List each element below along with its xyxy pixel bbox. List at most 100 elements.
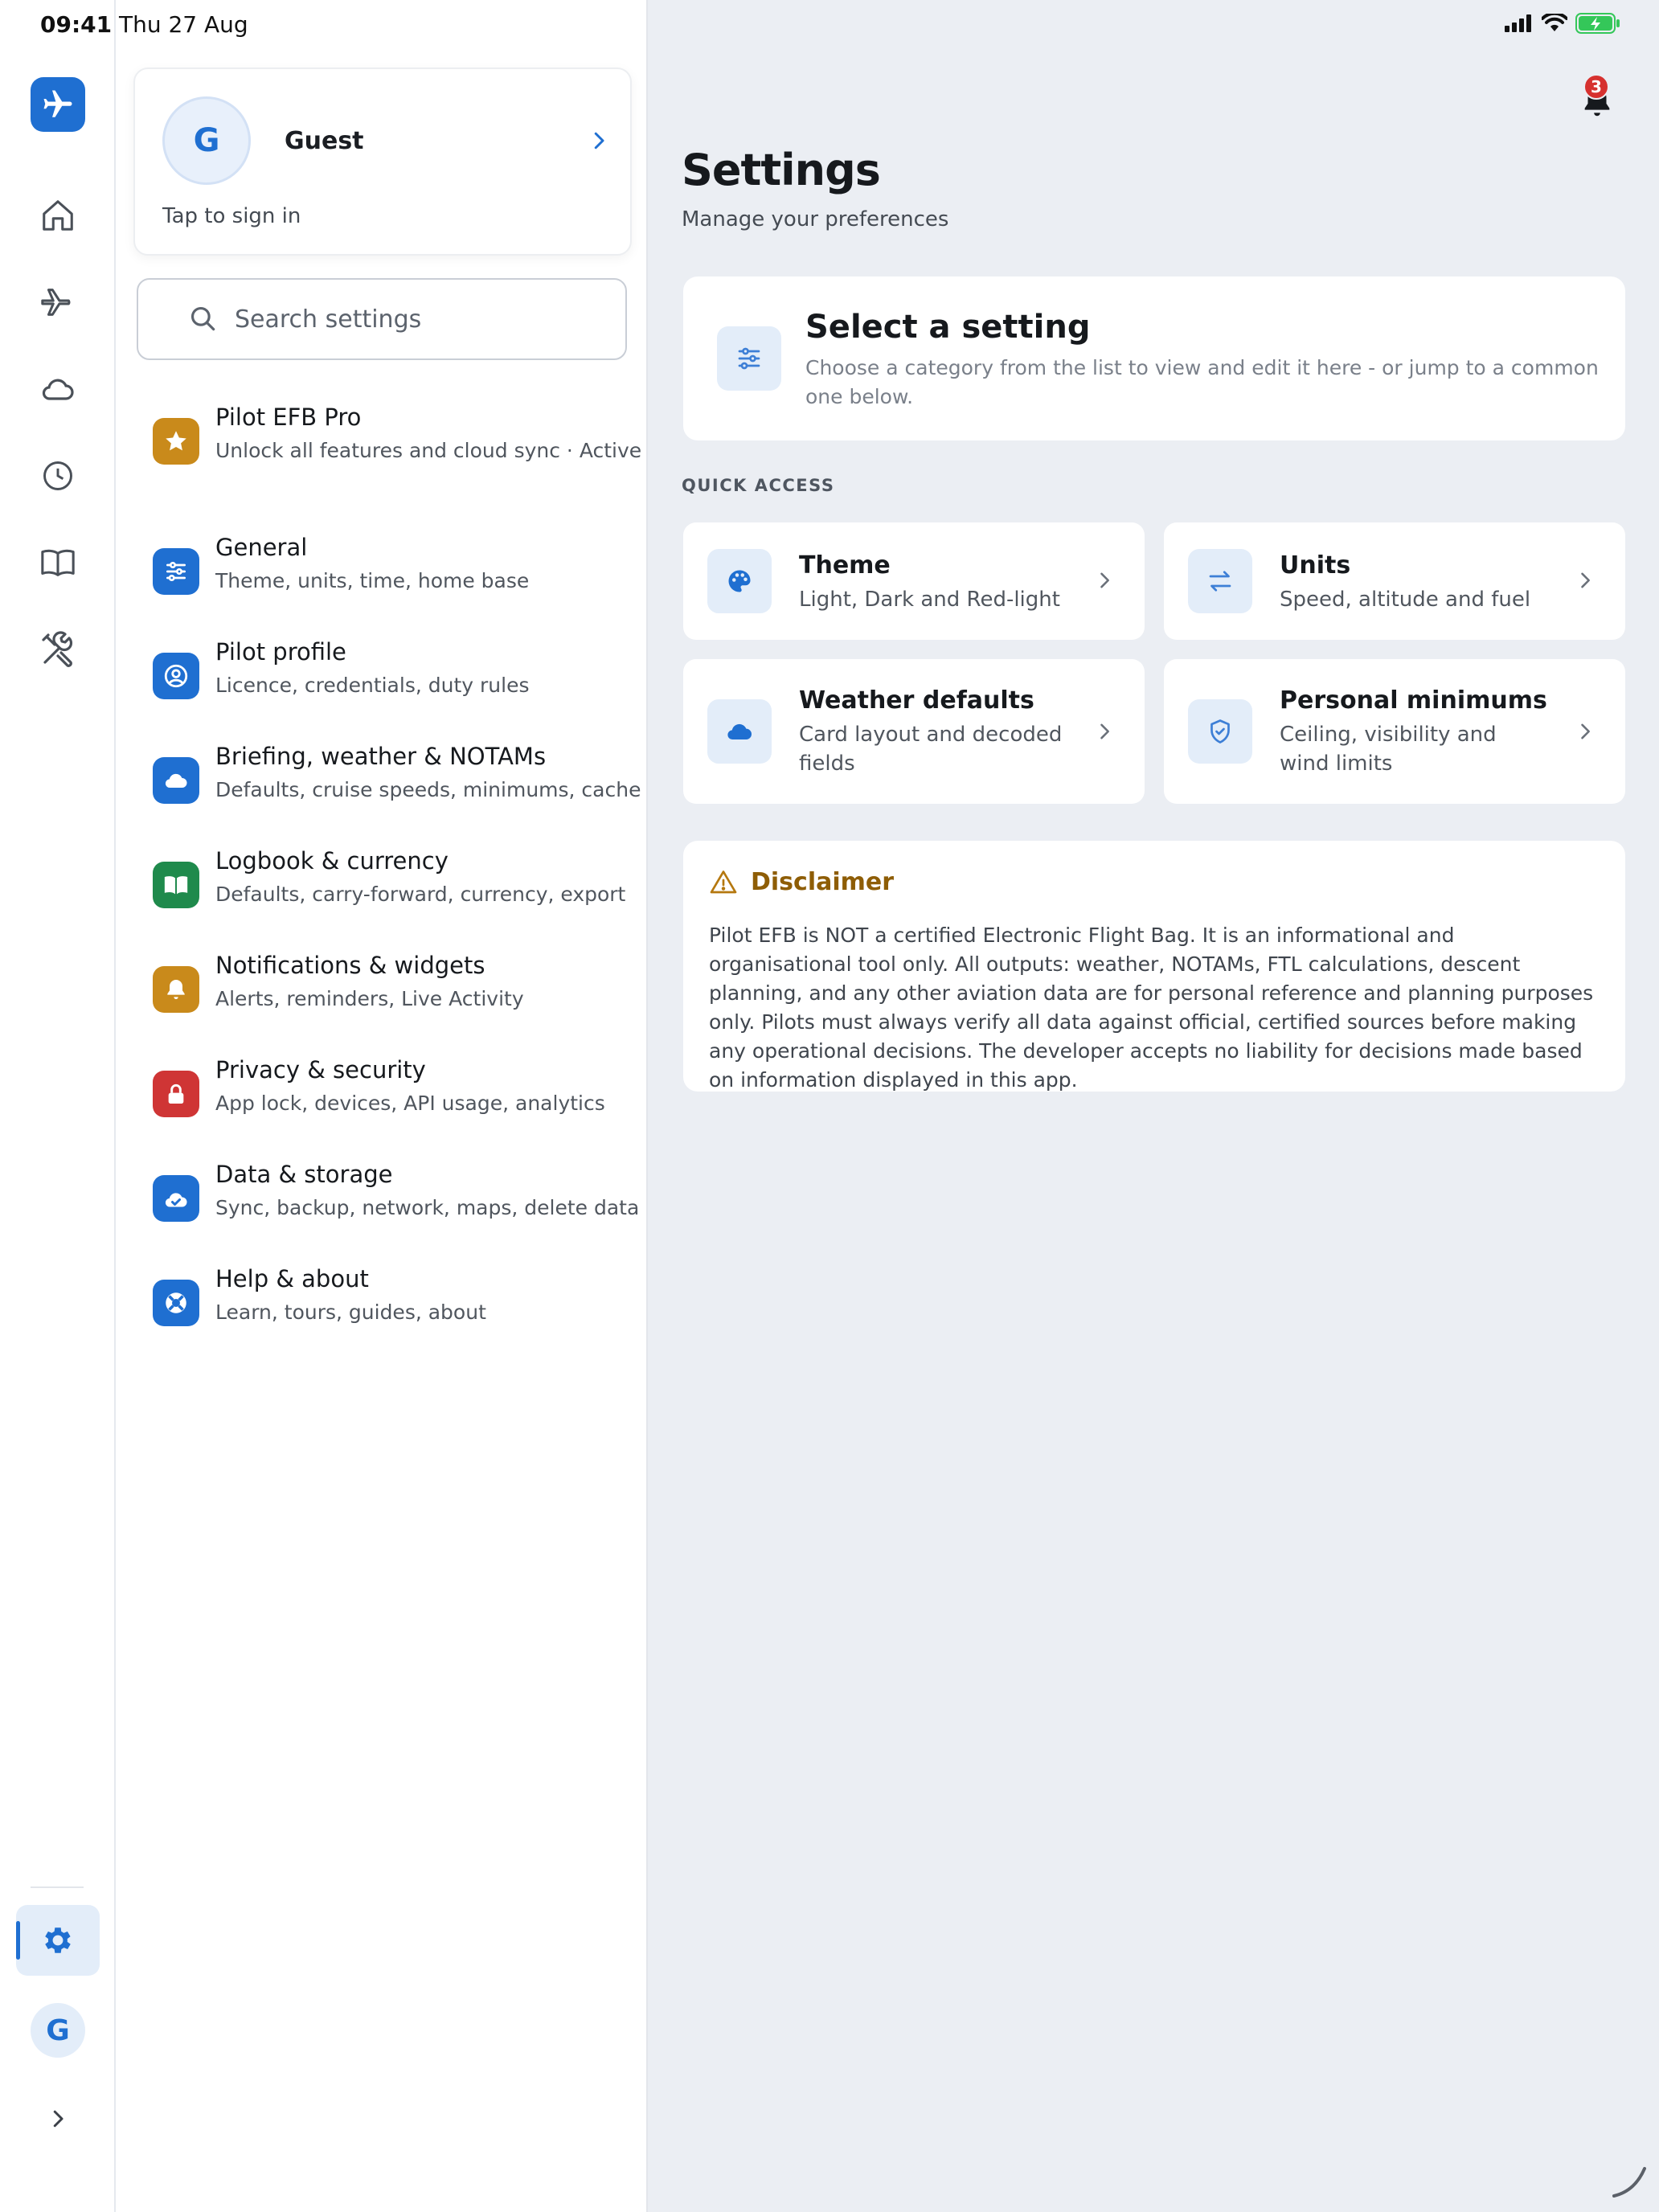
select-setting-description: Choose a category from the list to view … xyxy=(805,356,1599,408)
rail-expand-button[interactable] xyxy=(34,2095,82,2143)
category-subtitle: Unlock all features and cloud sync · Act… xyxy=(215,439,642,462)
quick-access-title: Personal minimums xyxy=(1280,686,1547,715)
wifi-icon xyxy=(1542,14,1567,31)
category-icon-badge xyxy=(153,548,199,595)
profile-subtitle: Tap to sign in xyxy=(162,204,301,228)
quick-access-subtitle: Light, Dark and Red-light xyxy=(799,588,1060,612)
user-circle-icon xyxy=(164,664,188,688)
cloud-icon xyxy=(727,723,752,740)
nav-rail: G xyxy=(0,0,116,2212)
page-title: Settings xyxy=(682,145,881,195)
category-icon-badge xyxy=(153,1071,199,1117)
notification-badge: 3 xyxy=(1583,74,1609,100)
profile-card[interactable]: G Guest Tap to sign in xyxy=(133,68,632,256)
airplane-icon xyxy=(41,289,71,316)
category-title: Notifications & widgets xyxy=(215,952,485,979)
cloud-check-icon xyxy=(165,1193,187,1207)
page-subtitle: Manage your preferences xyxy=(682,207,949,231)
rail-home[interactable] xyxy=(34,191,82,240)
status-bar: 09:41 Thu 27 Aug xyxy=(0,0,1659,51)
quick-access-subtitle: Ceiling, visibility and wind limits xyxy=(1280,723,1497,776)
select-setting-title: Select a setting xyxy=(805,309,1091,346)
warning-icon xyxy=(710,870,737,894)
category-logbook-currency[interactable]: Logbook & currency Defaults, carry-forwa… xyxy=(153,847,635,936)
select-setting-card: Select a setting Choose a category from … xyxy=(683,276,1625,440)
search-input[interactable] xyxy=(235,299,604,339)
category-help-about[interactable]: Help & about Learn, tours, guides, about xyxy=(153,1265,635,1354)
rail-settings-active[interactable] xyxy=(16,1905,100,1976)
disclaimer-title: Disclaimer xyxy=(751,868,895,896)
rail-flights[interactable] xyxy=(34,278,82,326)
chevron-right-icon xyxy=(53,2110,63,2128)
cloud-icon xyxy=(165,773,187,789)
category-subtitle: Sync, backup, network, maps, delete data xyxy=(215,1196,640,1219)
airplane-logo-icon xyxy=(43,90,72,117)
clock-icon xyxy=(43,461,72,490)
category-briefing-weather-notams[interactable]: Briefing, weather & NOTAMs Defaults, cru… xyxy=(153,743,641,831)
sliders-icon xyxy=(738,347,760,370)
bell-icon xyxy=(167,980,185,999)
detail-pane: 3 Settings Manage your preferences Selec… xyxy=(648,0,1659,2212)
category-title: Pilot EFB Pro xyxy=(215,403,362,431)
status-date: Thu 27 Aug xyxy=(119,11,248,38)
quick-access-title: Weather defaults xyxy=(799,686,1034,715)
lifebuoy-icon xyxy=(166,1292,186,1313)
star-icon xyxy=(166,431,186,451)
sliders-icon-badge xyxy=(717,326,781,391)
lock-icon xyxy=(168,1083,184,1104)
quick-access-theme[interactable]: Theme Light, Dark and Red-light xyxy=(683,522,1145,640)
palette-icon-badge xyxy=(707,549,772,613)
quick-access-subtitle: Card layout and decoded fields xyxy=(799,723,1063,776)
category-pilot-profile[interactable]: Pilot profile Licence, credentials, duty… xyxy=(153,638,635,727)
category-privacy-security[interactable]: Privacy & security App lock, devices, AP… xyxy=(153,1056,635,1145)
category-pilot-efb-pro[interactable]: Pilot EFB Pro Unlock all features and cl… xyxy=(153,403,641,492)
settings-list-column: G Guest Tap to sign in Pilot EFB Pro Unl… xyxy=(116,0,648,2212)
category-subtitle: Learn, tours, guides, about xyxy=(215,1301,486,1324)
quick-access-units[interactable]: Units Speed, altitude and fuel xyxy=(1164,522,1625,640)
quick-access-title: Units xyxy=(1280,551,1351,580)
category-title: Pilot profile xyxy=(215,638,346,666)
quick-access-personal-minimums[interactable]: Personal minimums Ceiling, visibility an… xyxy=(1164,659,1625,804)
category-title: General xyxy=(215,534,308,561)
category-title: Help & about xyxy=(215,1265,369,1292)
home-icon xyxy=(43,200,73,231)
status-time: 09:41 xyxy=(40,11,113,38)
category-subtitle: Licence, credentials, duty rules xyxy=(215,674,530,697)
category-subtitle: Theme, units, time, home base xyxy=(215,569,530,592)
rail-tools[interactable] xyxy=(34,625,82,674)
category-title: Privacy & security xyxy=(215,1056,426,1083)
category-general[interactable]: General Theme, units, time, home base xyxy=(153,534,635,622)
rail-history[interactable] xyxy=(34,452,82,500)
cloud-icon xyxy=(42,379,74,400)
gear-icon xyxy=(45,1927,71,1953)
rail-avatar[interactable]: G xyxy=(31,2003,85,2058)
app-logo[interactable] xyxy=(31,77,85,132)
category-data-storage[interactable]: Data & storage Sync, backup, network, ma… xyxy=(153,1161,639,1249)
rail-divider xyxy=(31,1886,84,1888)
disclaimer-card: Disclaimer Pilot EFB is NOT a certified … xyxy=(683,841,1625,1092)
search-box[interactable] xyxy=(137,278,627,360)
chevron-right-icon xyxy=(1100,572,1109,588)
battery-icon xyxy=(1575,13,1620,34)
book-icon xyxy=(41,549,75,576)
chevron-right-icon xyxy=(1581,723,1590,739)
shield-check-icon xyxy=(1210,719,1230,743)
chevron-right-icon xyxy=(1581,572,1590,588)
palette-icon xyxy=(728,570,751,592)
swap-arrows-icon xyxy=(1209,571,1231,592)
profile-avatar: G xyxy=(162,96,251,185)
shield-icon-badge xyxy=(1188,699,1252,764)
chevron-right-icon xyxy=(594,132,604,150)
status-icons xyxy=(1505,13,1620,34)
category-icon-badge xyxy=(153,757,199,804)
disclaimer-body: Pilot EFB is NOT a certified Electronic … xyxy=(709,924,1594,1092)
category-notifications-widgets[interactable]: Notifications & widgets Alerts, reminder… xyxy=(153,952,635,1040)
chevron-right-icon xyxy=(1100,723,1109,739)
category-icon-badge xyxy=(153,966,199,1013)
quick-access-label: QUICK ACCESS xyxy=(682,476,835,495)
quick-access-subtitle: Speed, altitude and fuel xyxy=(1280,588,1531,612)
quick-access-weather-defaults[interactable]: Weather defaults Card layout and decoded… xyxy=(683,659,1145,804)
rail-logbook[interactable] xyxy=(34,539,82,587)
rail-weather[interactable] xyxy=(34,365,82,413)
category-icon-badge xyxy=(153,862,199,908)
